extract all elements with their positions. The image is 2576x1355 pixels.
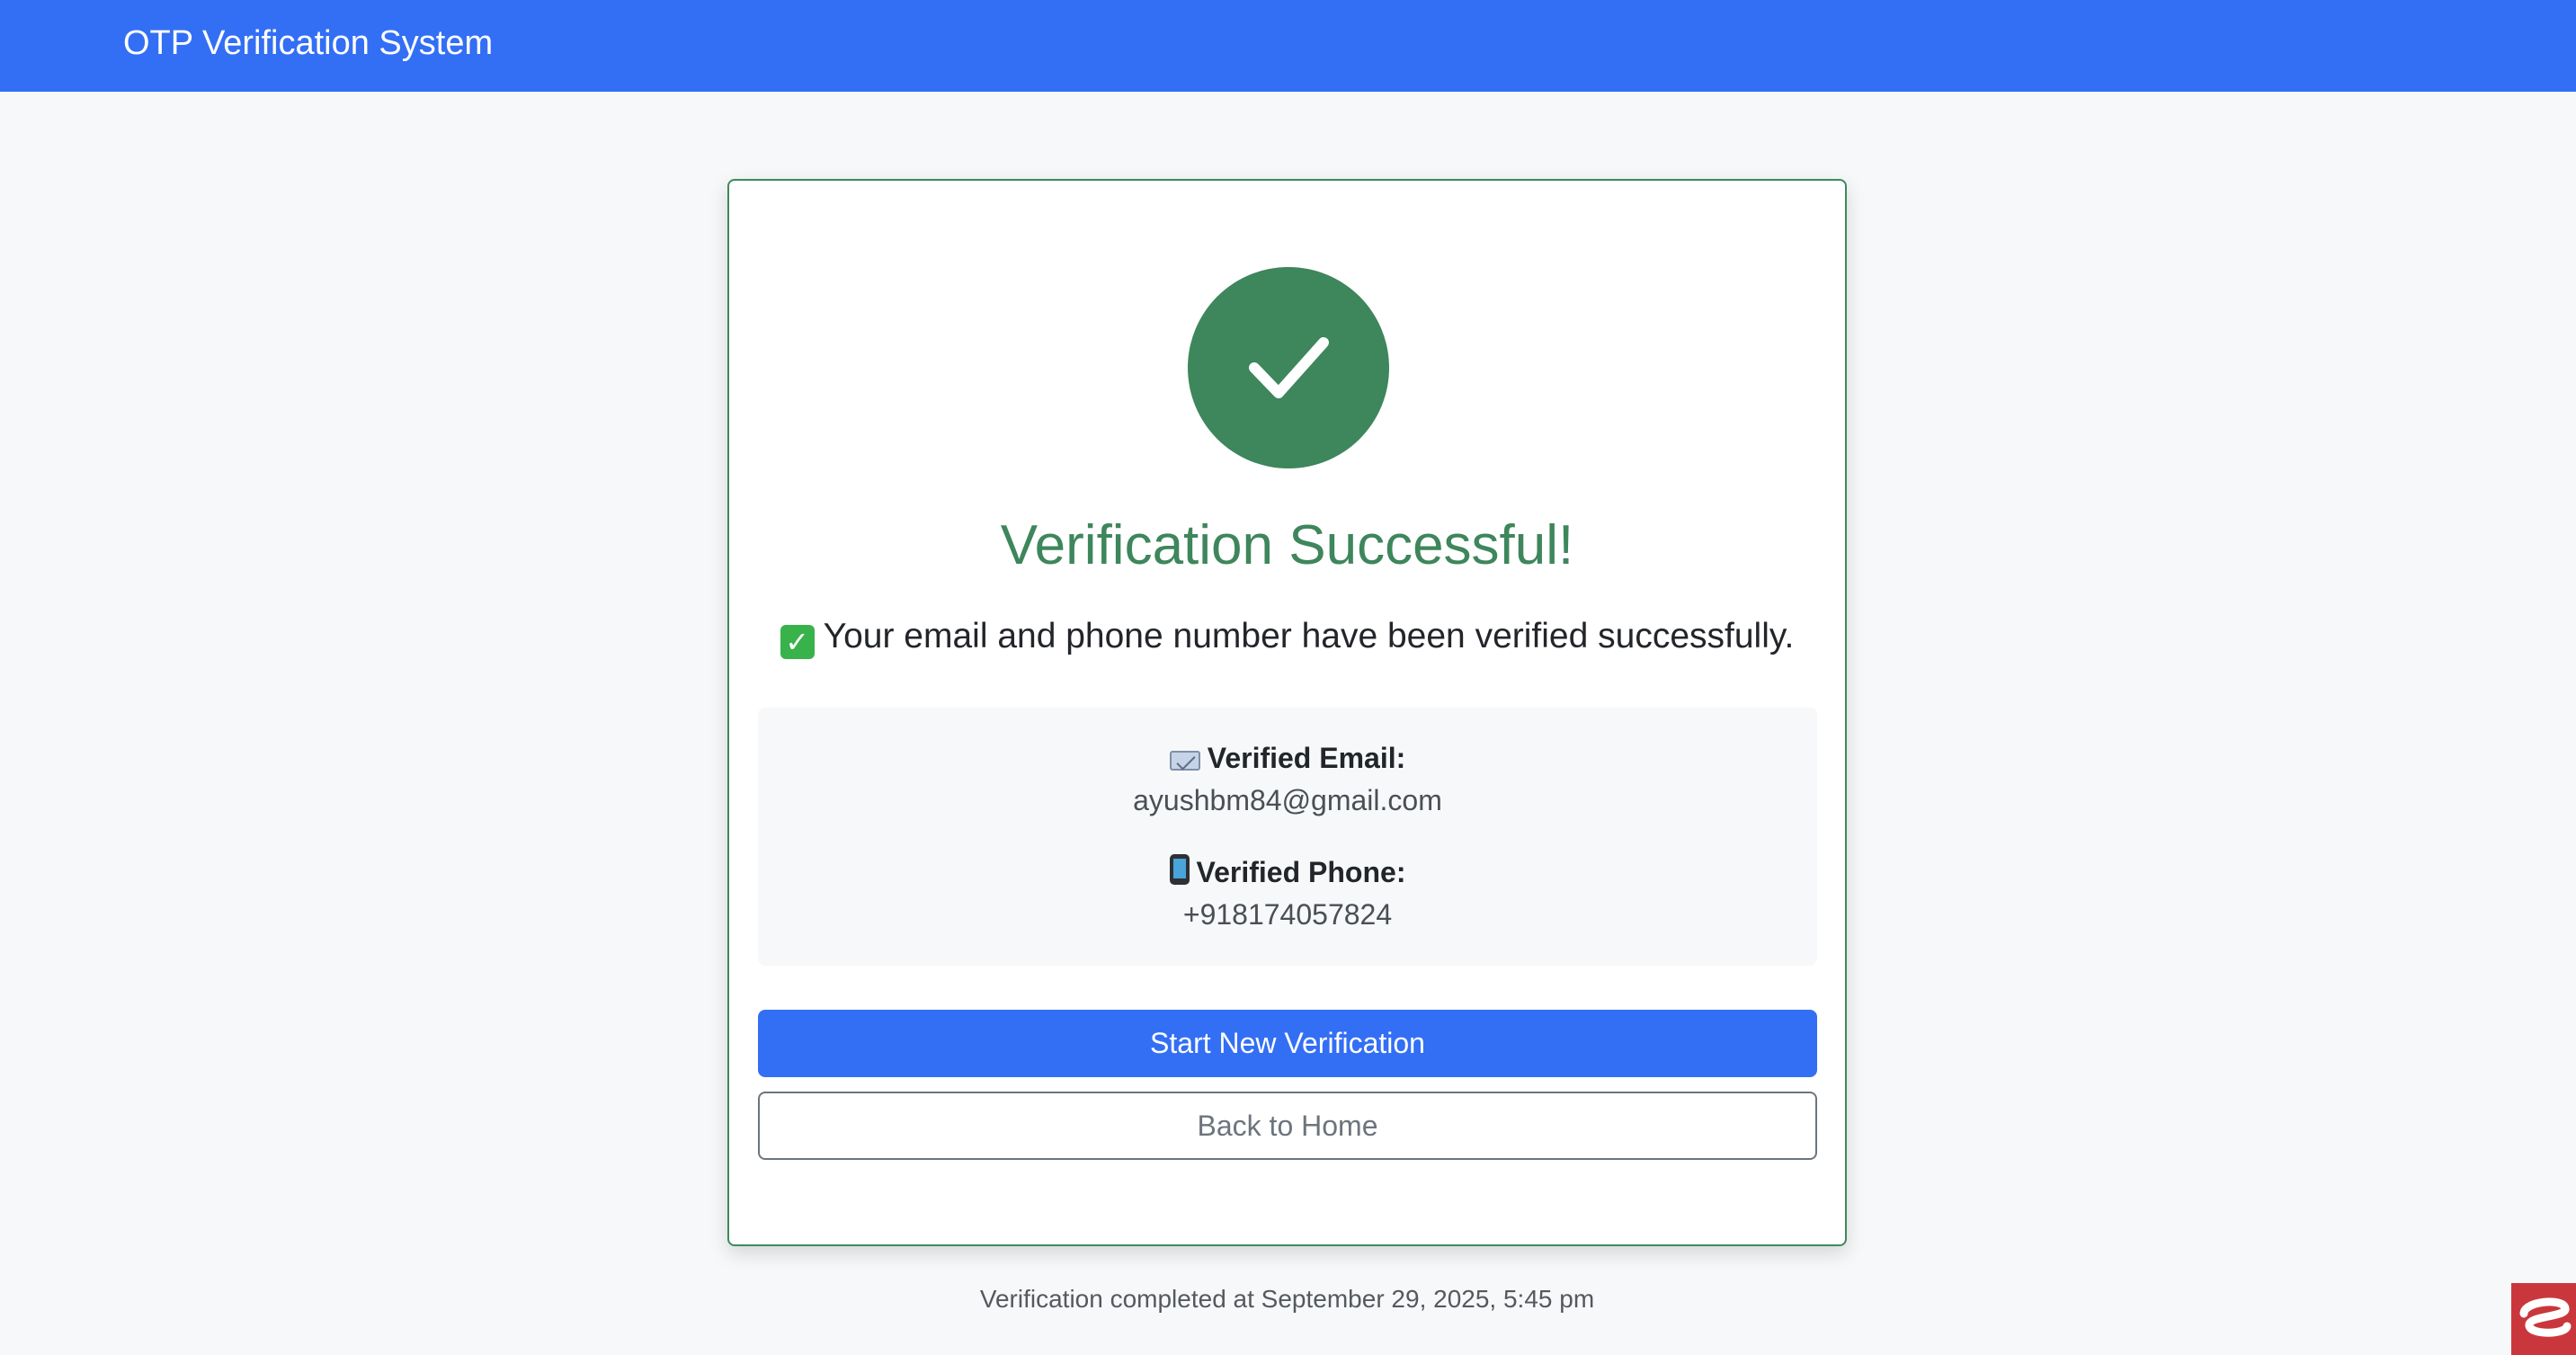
verified-email-value: ayushbm84@gmail.com (1133, 784, 1442, 816)
back-to-home-button[interactable]: Back to Home (758, 1092, 1817, 1160)
verified-email-label: Verified Email: (1207, 742, 1406, 774)
success-check-icon (1188, 267, 1389, 468)
corner-logo-icon[interactable] (2511, 1283, 2576, 1355)
top-navbar: OTP Verification System (0, 0, 2576, 92)
navbar-brand[interactable]: OTP Verification System (123, 22, 493, 65)
swirl-logo-icon (2519, 1297, 2572, 1337)
verified-email-label-row: Verified Email: (758, 740, 1817, 776)
start-new-verification-button[interactable]: Start New Verification (758, 1010, 1817, 1077)
success-title: Verification Successful! (1000, 514, 1574, 576)
email-icon (1169, 751, 1200, 771)
success-message-text: Your email and phone number have been ve… (823, 617, 1795, 655)
mobile-phone-icon (1169, 854, 1190, 885)
checkmark-icon (1249, 337, 1329, 398)
verified-phone-value: +918174057824 (1182, 898, 1393, 931)
success-message: ✓ Your email and phone number have been v… (727, 614, 1847, 659)
completion-timestamp: Verification completed at September 29, … (979, 1285, 1595, 1313)
verified-phone-label-row: Verified Phone: (758, 854, 1817, 890)
verified-details-box: Verified Email: ayushbm84@gmail.com Veri… (758, 708, 1817, 966)
verified-phone-label: Verified Phone: (1196, 856, 1406, 888)
check-mark-emoji-icon: ✓ (780, 625, 815, 659)
